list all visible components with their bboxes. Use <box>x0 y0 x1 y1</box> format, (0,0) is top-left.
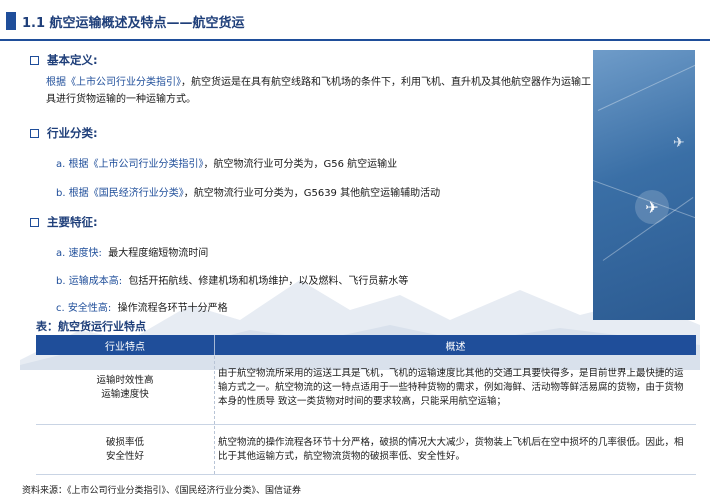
table-bottom-border <box>36 474 696 475</box>
table-row: 运输时效性高 运输速度快 由于航空物流所采用的运送工具是飞机，飞机的运输速度比其… <box>36 357 696 419</box>
source-note: 资料来源：《上市公司行业分类指引》、《国民经济行业分类》、国信证券 <box>22 486 302 496</box>
definition-source-ref: 根据《上市公司行业分类指引》 <box>46 77 181 88</box>
sky-image-panel: ✈ ✈ <box>593 50 695 320</box>
page-title: 1.1 航空运输概述及特点——航空货运 <box>22 15 245 31</box>
airplane-icon: ✈ <box>673 135 685 151</box>
title-underline <box>0 39 710 41</box>
feature-item: c. 安全性高: 操作流程各环节十分严格 <box>56 303 228 314</box>
table-title: 表：航空货运行业特点 <box>36 320 146 333</box>
definition-paragraph: 根据《上市公司行业分类指引》，航空货运是在具有航空线路和飞机场的条件下，利用飞机… <box>46 77 591 105</box>
checkbox-bullet-icon <box>30 55 39 65</box>
checkbox-bullet-icon <box>30 217 39 227</box>
section-classification-heading: 行业分类: <box>30 125 98 141</box>
feature-item: a. 速度快: 最大程度缩短物流时间 <box>56 248 209 259</box>
title-accent-mark <box>6 12 16 30</box>
checkbox-bullet-icon <box>30 128 39 138</box>
table-cell-feature: 破损率低 安全性好 <box>105 437 144 462</box>
title-bar: 1.1 航空运输概述及特点——航空货运 <box>0 12 245 31</box>
classification-item: a. 根据《上市公司行业分类指引》，航空物流行业可分类为，G56 航空运输业 <box>56 159 398 170</box>
table-header: 行业特点 概述 <box>36 335 696 355</box>
table-header-feature: 行业特点 <box>105 341 145 353</box>
table-row: 破损率低 安全性好 航空物流的操作流程各环节十分严格，破损的情况大大减少，货物装… <box>36 427 696 473</box>
airplane-circle-icon: ✈ <box>635 190 669 224</box>
table-cell-desc: 航空物流的操作流程各环节十分严格，破损的情况大大减少，货物装上飞机后在空中损坏的… <box>218 437 684 462</box>
table-cell-feature: 运输时效性高 运输速度快 <box>96 375 154 400</box>
table-row-divider <box>36 424 696 425</box>
classification-item: b. 根据《国民经济行业分类》，航空物流行业可分类为，G5639 其他航空运输辅… <box>56 188 441 199</box>
table-cell-desc: 由于航空物流所采用的运送工具是飞机，飞机的运输速度比其他的交通工具要快得多，是目… <box>218 368 684 407</box>
section-features-heading: 主要特征: <box>30 214 98 230</box>
section-definition-heading: 基本定义: <box>30 52 98 68</box>
feature-item: b. 运输成本高: 包括开拓航线、修建机场和机场维护，以及燃料、飞行员薪水等 <box>56 276 409 287</box>
table-header-desc: 概述 <box>214 335 696 355</box>
